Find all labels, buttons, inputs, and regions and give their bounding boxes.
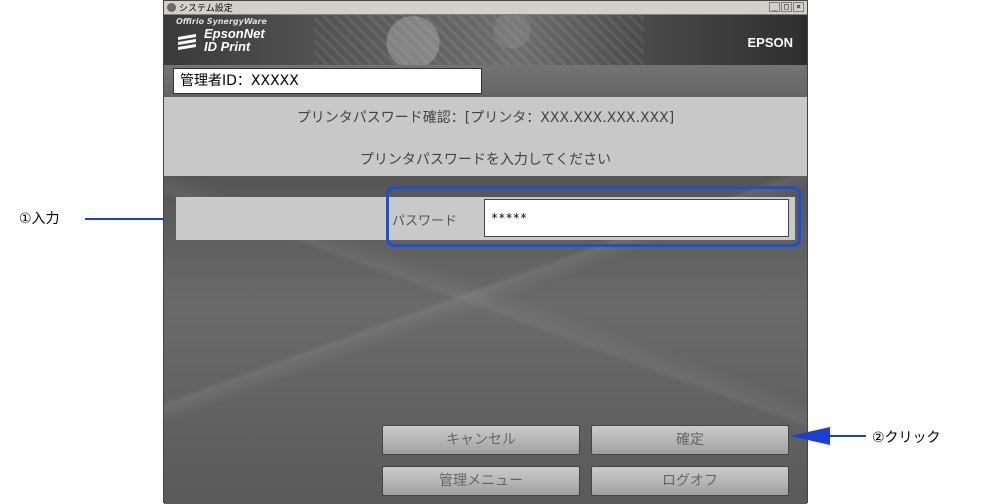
content-area: パスワード ***** キャンセル 確定 管理メニュー ログオフ (164, 176, 807, 504)
banner-artwork (314, 15, 644, 65)
product-name-line2: ID Print (204, 39, 251, 54)
window-controls: _ □ × (769, 2, 804, 12)
input-highlight-frame (386, 186, 801, 247)
confirm-header: プリンタパスワード確認：[プリンタ：XXX.XXX.XXX.XXX] プリンタパ… (164, 97, 807, 176)
callout-click-line (828, 435, 866, 437)
epsonnet-logo-icon (178, 34, 196, 50)
close-button[interactable]: × (793, 2, 804, 12)
product-banner: Offirio SynergyWare EpsonNet ID Print EP… (164, 15, 807, 65)
epson-logo: EPSON (747, 35, 793, 50)
confirm-button[interactable]: 確定 (591, 425, 789, 455)
minimize-button[interactable]: _ (769, 2, 780, 12)
window-title: システム設定 (179, 4, 233, 14)
logoff-button[interactable]: ログオフ (591, 466, 789, 496)
callout-click-label: ②クリック (872, 430, 941, 446)
confirm-title: プリンタパスワード確認：[プリンタ：XXX.XXX.XXX.XXX] (296, 110, 675, 126)
admin-id-display: 管理者ID：XXXXX (173, 68, 482, 94)
confirm-prompt: プリンタパスワードを入力してください (359, 152, 612, 168)
admin-bar: 管理者ID：XXXXX (164, 65, 807, 97)
admin-menu-button[interactable]: 管理メニュー (382, 466, 580, 496)
title-bar: システム設定 _ □ × (164, 1, 807, 15)
app-icon (167, 3, 176, 12)
cancel-button[interactable]: キャンセル (382, 425, 580, 455)
callout-click-arrow-icon (790, 427, 830, 445)
callout-input-label: ①入力 (19, 211, 60, 227)
system-settings-window: システム設定 _ □ × Offirio SynergyWare EpsonNe… (163, 0, 808, 504)
maximize-button[interactable]: □ (781, 2, 792, 12)
suite-name: Offirio SynergyWare (176, 17, 267, 26)
product-name: EpsonNet ID Print (204, 27, 265, 53)
